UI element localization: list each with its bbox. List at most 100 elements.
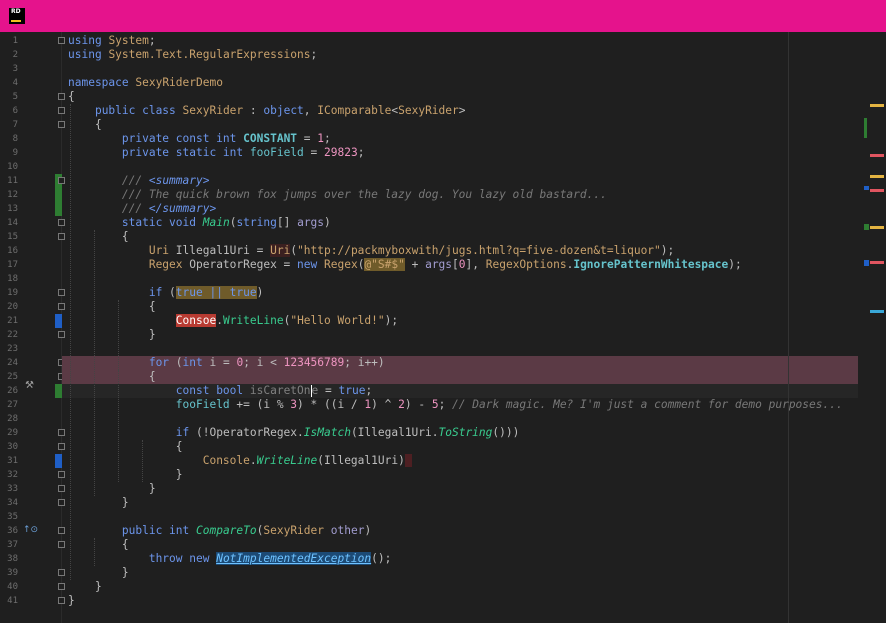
code-line[interactable]: { <box>68 90 75 104</box>
code-token: for <box>148 356 170 369</box>
fold-toggle-icon[interactable] <box>58 107 65 114</box>
code-line[interactable]: public int CompareTo(SexyRider other) <box>68 524 371 538</box>
code-token: Regex <box>324 258 358 271</box>
change-marker-modified[interactable] <box>55 454 62 468</box>
code-line[interactable]: if (!OperatorRegex.IsMatch(Illegal1Uri.T… <box>68 426 520 440</box>
code-line[interactable]: Regex OperatorRegex = new Regex(@"S#$" +… <box>68 258 742 272</box>
code-line[interactable]: /// </summary> <box>68 202 216 216</box>
quick-fix-icon[interactable]: ⚒ <box>25 380 34 391</box>
fold-toggle-icon[interactable] <box>58 93 65 100</box>
indent-guide <box>142 440 143 482</box>
fold-toggle-icon[interactable] <box>58 177 65 184</box>
code-line[interactable]: for (int i = 0; i < 123456789; i++) <box>68 356 385 370</box>
code-editor[interactable]: 1 2 3 4 5 6 7 8 9 10 11 12 13 14 15 16 17 18 19 20 21 22 23 24 2… <box>0 32 886 623</box>
error-stripe-mark[interactable] <box>864 186 869 190</box>
fold-toggle-icon[interactable] <box>58 233 65 240</box>
error-stripe-mark[interactable] <box>864 224 869 230</box>
code-token: true || true <box>175 286 257 299</box>
code-token: (Illegal1Uri) <box>317 454 405 467</box>
error-stripe-mark[interactable] <box>870 261 884 264</box>
error-stripe-mark[interactable] <box>870 175 884 178</box>
fold-toggle-icon[interactable] <box>58 569 65 576</box>
implements-icon[interactable]: ↑⊙ <box>23 525 38 535</box>
code-line[interactable]: if (true || true) <box>68 286 263 300</box>
code-token: i = <box>202 356 237 369</box>
fold-toggle-icon[interactable] <box>58 583 65 590</box>
error-stripe-mark[interactable] <box>870 226 884 229</box>
code-line[interactable]: /// The quick brown fox jumps over the l… <box>68 188 607 202</box>
fold-toggle-icon[interactable] <box>58 471 65 478</box>
code-token: (!OperatorRegex. <box>189 426 304 439</box>
fold-toggle-icon[interactable] <box>58 429 65 436</box>
error-stripe-mark[interactable] <box>864 118 867 138</box>
code-line[interactable]: const bool isCaretOne = true; <box>68 384 372 398</box>
code-token: ; <box>357 146 365 159</box>
code-token: object <box>263 104 304 117</box>
code-line[interactable]: } <box>68 468 183 482</box>
logo-bar <box>11 20 21 22</box>
code-line[interactable]: fooField += (i % 3) * ((i / 1) ^ 2) - 5;… <box>68 398 843 412</box>
code-line[interactable]: { <box>68 370 156 384</box>
code-line[interactable]: public class SexyRider : object, ICompar… <box>68 104 466 118</box>
error-stripe[interactable]: ! <box>858 32 886 623</box>
rider-logo-icon[interactable]: RD <box>9 8 25 24</box>
indent-guide <box>118 370 119 482</box>
fold-toggle-icon[interactable] <box>58 499 65 506</box>
code-line[interactable]: Console.WriteLine(Illegal1Uri) <box>68 454 412 468</box>
code-line[interactable]: { <box>68 230 129 244</box>
line-number: 22 <box>7 330 18 340</box>
code-line[interactable]: throw new NotImplementedException(); <box>68 552 391 566</box>
code-line[interactable]: { <box>68 300 156 314</box>
code-line[interactable]: } <box>68 580 102 594</box>
code-line[interactable]: { <box>68 118 102 132</box>
line-number: 29 <box>7 428 18 438</box>
fold-toggle-icon[interactable] <box>58 541 65 548</box>
error-stripe-mark[interactable] <box>870 154 884 157</box>
code-token: CONSTANT <box>243 132 298 145</box>
code-line[interactable]: private static int fooField = 29823; <box>68 146 365 160</box>
code-line[interactable]: /// <summary> <box>68 174 210 188</box>
fold-toggle-icon[interactable] <box>58 443 65 450</box>
code-line[interactable]: using System; <box>68 34 156 48</box>
code-line[interactable]: private const int CONSTANT = 1; <box>68 132 331 146</box>
code-token: System.Text.RegularExpressions <box>108 48 311 61</box>
code-line[interactable]: } <box>68 566 129 580</box>
fold-toggle-icon[interactable] <box>58 597 65 604</box>
line-number: 21 <box>7 316 18 326</box>
code-line[interactable]: using System.Text.RegularExpressions; <box>68 48 317 62</box>
fold-toggle-icon[interactable] <box>58 219 65 226</box>
line-number: 1 <box>12 36 18 46</box>
code-token: ( <box>169 356 183 369</box>
code-line[interactable]: } <box>68 328 156 342</box>
code-token: ; i < <box>243 356 284 369</box>
line-number: 3 <box>12 64 18 74</box>
fold-toggle-icon[interactable] <box>58 121 65 128</box>
code-line[interactable]: } <box>68 482 156 496</box>
code-line[interactable]: } <box>68 496 129 510</box>
code-token: public int <box>121 524 190 537</box>
code-line[interactable]: } <box>68 594 75 608</box>
line-number: 24 <box>7 358 18 368</box>
change-marker-modified[interactable] <box>55 314 62 328</box>
fold-toggle-icon[interactable] <box>58 303 65 310</box>
change-marker-added[interactable] <box>55 384 62 398</box>
error-stripe-mark[interactable] <box>870 104 884 107</box>
code-line[interactable]: { <box>68 440 183 454</box>
fold-toggle-icon[interactable] <box>58 37 65 44</box>
code-token: } <box>68 580 102 593</box>
fold-toggle-icon[interactable] <box>58 485 65 492</box>
error-stripe-mark[interactable] <box>864 260 869 266</box>
error-stripe-mark[interactable] <box>870 310 884 313</box>
error-stripe-mark[interactable] <box>870 189 884 192</box>
fold-toggle-icon[interactable] <box>58 331 65 338</box>
fold-toggle-icon[interactable] <box>58 527 65 534</box>
code-token: using <box>68 48 102 61</box>
code-line[interactable]: Uri Illegal1Uri = Uri("http://packmyboxw… <box>68 244 674 258</box>
code-line[interactable]: namespace SexyRiderDemo <box>68 76 223 90</box>
code-line[interactable]: { <box>68 538 129 552</box>
code-line[interactable]: static void Main(string[] args) <box>68 216 331 230</box>
code-token: ; <box>310 48 318 61</box>
fold-toggle-icon[interactable] <box>58 289 65 296</box>
code-token: args <box>425 258 453 271</box>
